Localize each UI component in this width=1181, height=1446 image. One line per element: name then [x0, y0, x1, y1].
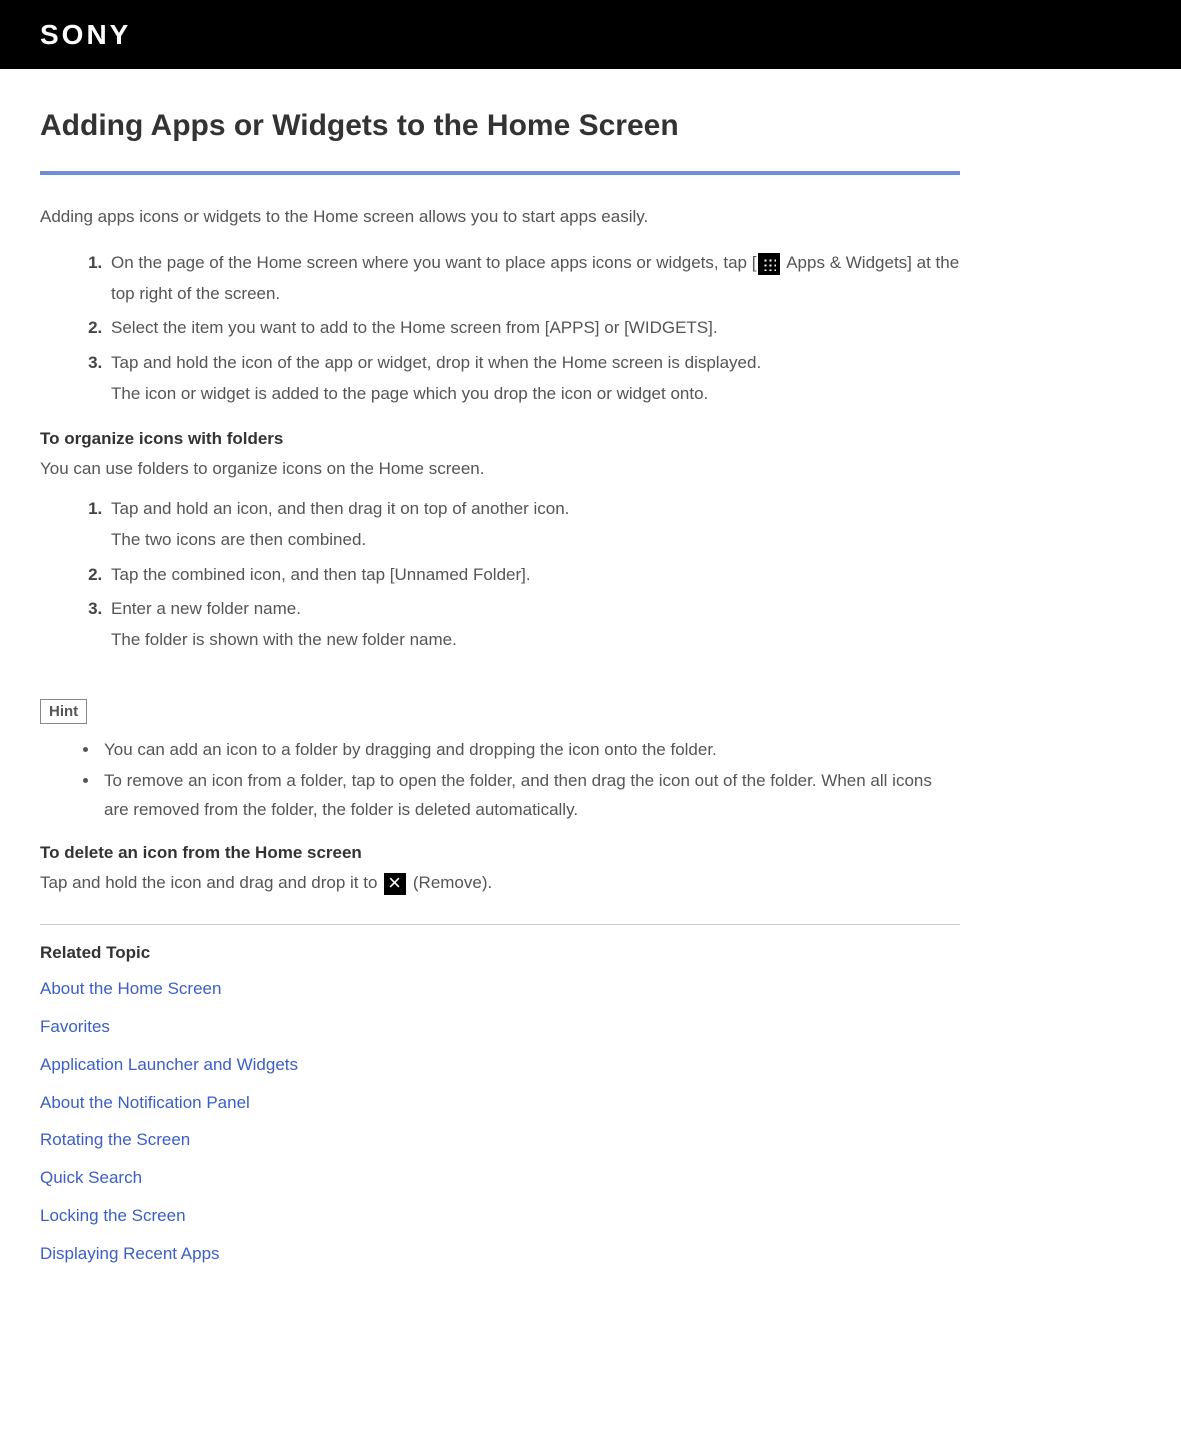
related-link-locking-screen[interactable]: Locking the Screen [40, 1204, 960, 1228]
hint-1: You can add an icon to a folder by dragg… [100, 736, 960, 765]
step-1: On the page of the Home screen where you… [107, 248, 960, 309]
main-content: Adding Apps or Widgets to the Home Scree… [0, 69, 1000, 1300]
related-link-quick-search[interactable]: Quick Search [40, 1166, 960, 1190]
organize-step-2: Tap the combined icon, and then tap [Unn… [107, 560, 960, 591]
related-link-rotating-screen[interactable]: Rotating the Screen [40, 1128, 960, 1152]
organize-step-3-line2: The folder is shown with the new folder … [111, 625, 960, 656]
related-link-favorites[interactable]: Favorites [40, 1015, 960, 1039]
hint-2: To remove an icon from a folder, tap to … [100, 767, 960, 825]
related-topic-heading: Related Topic [40, 943, 960, 963]
related-link-notification-panel[interactable]: About the Notification Panel [40, 1091, 960, 1115]
organize-intro: You can use folders to organize icons on… [40, 455, 960, 482]
organize-heading: To organize icons with folders [40, 429, 960, 449]
hint-list: You can add an icon to a folder by dragg… [40, 736, 960, 825]
related-links: About the Home Screen Favorites Applicat… [40, 977, 960, 1265]
delete-text-pre: Tap and hold the icon and drag and drop … [40, 873, 382, 892]
divider [40, 924, 960, 925]
remove-icon [384, 873, 406, 895]
organize-steps-list: Tap and hold an icon, and then drag it o… [40, 494, 960, 655]
step-3-line2: The icon or widget is added to the page … [111, 379, 960, 410]
step-2: Select the item you want to add to the H… [107, 313, 960, 344]
related-link-app-launcher[interactable]: Application Launcher and Widgets [40, 1053, 960, 1077]
related-link-recent-apps[interactable]: Displaying Recent Apps [40, 1242, 960, 1266]
organize-step-1: Tap and hold an icon, and then drag it o… [107, 494, 960, 555]
sony-logo: SONY [40, 19, 131, 51]
step-1-text-pre: On the page of the Home screen where you… [111, 253, 756, 272]
main-steps-list: On the page of the Home screen where you… [40, 248, 960, 409]
organize-step-3: Enter a new folder name. The folder is s… [107, 594, 960, 655]
step-3-line1: Tap and hold the icon of the app or widg… [111, 348, 960, 379]
organize-step-1-line1: Tap and hold an icon, and then drag it o… [111, 494, 960, 525]
header: SONY [0, 1, 1181, 69]
organize-step-1-line2: The two icons are then combined. [111, 525, 960, 556]
intro-text: Adding apps icons or widgets to the Home… [40, 203, 960, 230]
page-title: Adding Apps or Widgets to the Home Scree… [40, 109, 960, 175]
delete-heading: To delete an icon from the Home screen [40, 843, 960, 863]
delete-text: Tap and hold the icon and drag and drop … [40, 869, 960, 896]
hint-label: Hint [40, 699, 87, 724]
delete-text-post: (Remove). [408, 873, 492, 892]
step-3: Tap and hold the icon of the app or widg… [107, 348, 960, 409]
apps-widgets-icon [758, 253, 780, 275]
related-link-home-screen[interactable]: About the Home Screen [40, 977, 960, 1001]
organize-step-3-line1: Enter a new folder name. [111, 594, 960, 625]
